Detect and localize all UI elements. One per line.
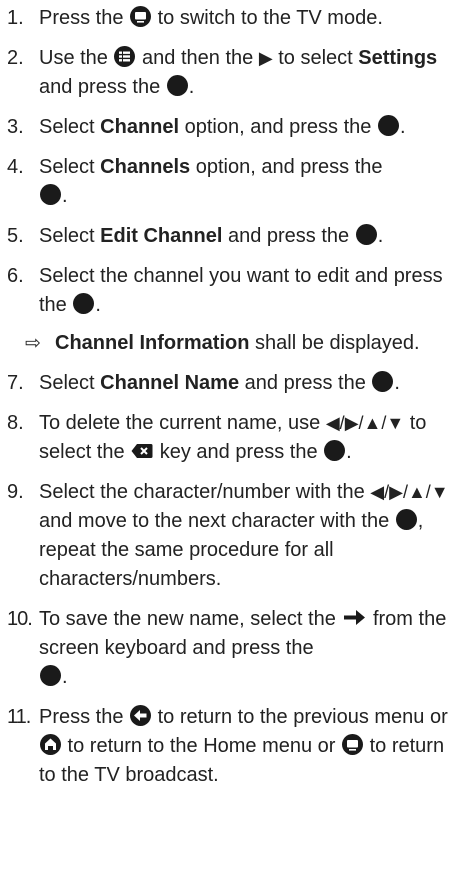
ok-button-icon bbox=[377, 115, 399, 136]
menu-term: Channel Information bbox=[55, 332, 250, 354]
menu-grid-icon bbox=[114, 46, 136, 67]
step-text: to return to the previous menu or bbox=[152, 706, 448, 728]
back-arrow-icon bbox=[130, 705, 152, 726]
step-8: 8. To delete the current name, use ◀/▶/▲… bbox=[7, 409, 465, 467]
step-3: 3. Select Channel option, and press the … bbox=[7, 113, 465, 142]
step-number: 5. bbox=[7, 225, 24, 247]
step-number: 9. bbox=[7, 481, 24, 503]
step-text: Select bbox=[39, 225, 101, 247]
tv-icon bbox=[342, 734, 364, 755]
step-text: . bbox=[399, 116, 406, 138]
step-1: 1. Press the to switch to the TV mode. bbox=[7, 4, 465, 33]
step-text: Select bbox=[39, 156, 101, 178]
ok-button-icon bbox=[372, 371, 394, 392]
step-text: Select the character/number with the bbox=[39, 481, 371, 503]
step-text: Press the bbox=[39, 7, 130, 29]
step-2: 2. Use the and then the ▶ to select Sett… bbox=[7, 44, 465, 102]
step-number: 3. bbox=[7, 116, 24, 138]
step-text: Press the bbox=[39, 706, 130, 728]
home-icon bbox=[40, 734, 61, 755]
step-text: . bbox=[188, 76, 195, 98]
enter-arrow-icon bbox=[344, 610, 366, 625]
step-7: 7. Select Channel Name and press the . bbox=[7, 369, 465, 398]
step-9: 9. Select the character/number with the … bbox=[7, 478, 465, 594]
step-text: . bbox=[346, 441, 352, 463]
backspace-key-icon bbox=[131, 444, 153, 458]
step-text: . bbox=[62, 185, 68, 207]
step-text: Select bbox=[39, 116, 101, 138]
result-text: shall be displayed. bbox=[249, 332, 420, 354]
direction-arrows-icon: ◀/▶/▲/▼ bbox=[325, 413, 405, 433]
step-text: and then the bbox=[136, 47, 259, 69]
step-text: and move to the next character with the bbox=[39, 510, 395, 532]
step-text: . bbox=[95, 294, 101, 316]
menu-term: Channel bbox=[100, 116, 180, 138]
step-4: 4. Select Channels option, and press the… bbox=[7, 153, 465, 211]
step-number: 1. bbox=[7, 7, 24, 29]
step-text: option, and press the bbox=[190, 156, 383, 178]
step-text: key and press the bbox=[154, 441, 324, 463]
ok-button-icon bbox=[166, 75, 188, 96]
menu-term: Channels bbox=[100, 156, 191, 178]
step-text: Use the bbox=[39, 47, 114, 69]
ok-button-icon bbox=[40, 184, 61, 205]
step-number: 2. bbox=[7, 47, 24, 69]
menu-term: Channel Name bbox=[100, 372, 240, 394]
step-text: . bbox=[394, 372, 400, 394]
menu-term: Edit Channel bbox=[100, 225, 223, 247]
step-text: to switch to the TV mode. bbox=[152, 7, 383, 29]
step-number: 11. bbox=[7, 706, 31, 728]
step-5: 5. Select Edit Channel and press the . bbox=[7, 222, 465, 251]
ok-button-icon bbox=[324, 440, 346, 461]
step-text: to select bbox=[272, 47, 359, 69]
step-text: and press the bbox=[39, 76, 166, 98]
step-text: and press the bbox=[239, 372, 372, 394]
ok-button-icon bbox=[395, 509, 417, 530]
step-number: 6. bbox=[7, 265, 24, 287]
ok-button-icon bbox=[40, 665, 61, 686]
tv-icon bbox=[130, 6, 152, 27]
step-number: 8. bbox=[7, 412, 24, 434]
step-text: . bbox=[377, 225, 384, 247]
step-text: Select bbox=[39, 372, 101, 394]
step-6: 6. Select the channel you want to edit a… bbox=[7, 262, 465, 320]
step-number: 4. bbox=[7, 156, 24, 178]
step-text: To save the new name, select the bbox=[39, 608, 342, 630]
result-arrow-icon: ⇨ bbox=[25, 333, 41, 354]
ok-button-icon bbox=[355, 224, 377, 245]
step-text: . bbox=[62, 666, 68, 688]
step-11: 11. Press the to return to the previous … bbox=[7, 703, 465, 790]
step-number: 10. bbox=[7, 608, 33, 630]
step-10: 10. To save the new name, select the fro… bbox=[7, 605, 465, 692]
step-text: and press the bbox=[222, 225, 355, 247]
ok-button-icon bbox=[73, 293, 95, 314]
right-arrow-icon: ▶ bbox=[258, 48, 273, 68]
step-text: To delete the current name, use bbox=[39, 412, 326, 434]
instruction-list: 1. Press the to switch to the TV mode. 2… bbox=[0, 0, 473, 790]
step-result: ⇨ Channel Information shall be displayed… bbox=[7, 329, 465, 358]
step-text: option, and press the bbox=[179, 116, 377, 138]
direction-arrows-icon: ◀/▶/▲/▼ bbox=[370, 482, 449, 502]
menu-term: Settings bbox=[358, 47, 438, 69]
step-number: 7. bbox=[7, 372, 24, 394]
step-text: to return to the Home menu or bbox=[62, 735, 342, 757]
